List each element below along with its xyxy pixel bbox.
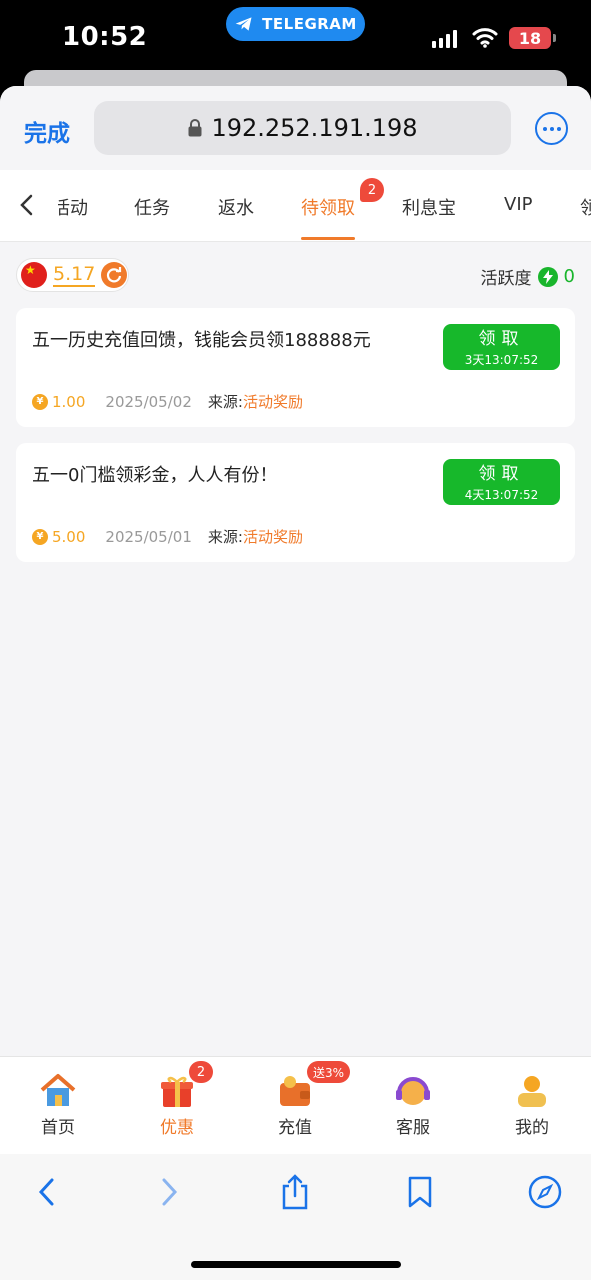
home-indicator xyxy=(191,1261,401,1268)
source-value: 活动奖励 xyxy=(242,528,303,546)
tab-vip[interactable]: VIP xyxy=(504,194,532,215)
reward-title: 五一历史充值回馈，钱能会员领188888元 xyxy=(32,330,371,351)
claim-button[interactable]: 领取 3天13:07:52 xyxy=(443,324,560,370)
share-icon[interactable] xyxy=(275,1172,315,1212)
activity-value: 0 xyxy=(563,266,575,287)
back-icon[interactable] xyxy=(26,1172,66,1212)
nav-label: 优惠 xyxy=(160,1118,194,1138)
bookmarks-icon[interactable] xyxy=(400,1172,440,1212)
nav-label: 充值 xyxy=(278,1118,312,1138)
reward-card: 五一0门槛领彩金，人人有份！ 领取 4天13:07:52 ¥ 5.00 2025… xyxy=(16,443,575,562)
forward-icon[interactable] xyxy=(150,1172,190,1212)
url-bar[interactable]: 192.252.191.198 xyxy=(94,101,511,155)
wifi-icon xyxy=(472,28,498,48)
more-options-button[interactable] xyxy=(535,112,568,145)
reward-meta: ¥ 5.00 2025/05/01 来源: 活动奖励 xyxy=(32,526,303,547)
nav-badge: 2 xyxy=(189,1061,213,1083)
bottom-nav: 首页 优惠 2 充值 送3% 客服 我的 xyxy=(0,1056,591,1154)
active-tab-indicator xyxy=(301,237,355,240)
telegram-label: TELEGRAM xyxy=(262,15,357,33)
claim-label: 领取 xyxy=(478,464,525,484)
done-button[interactable]: 完成 xyxy=(24,114,70,148)
refresh-icon[interactable] xyxy=(101,262,128,288)
activity-level: 活跃度 0 xyxy=(481,264,575,289)
tab-tasks[interactable]: 任务 xyxy=(134,194,170,220)
tab-interest[interactable]: 利息宝 xyxy=(402,194,456,220)
lightning-icon xyxy=(537,266,558,287)
claim-label: 领取 xyxy=(478,329,525,349)
reward-card: 五一历史充值回馈，钱能会员领188888元 领取 3天13:07:52 ¥ 1.… xyxy=(16,308,575,427)
battery-icon: 18 xyxy=(509,27,556,49)
profile-icon xyxy=(512,1071,552,1111)
tab-claim[interactable]: 领 xyxy=(580,194,591,220)
coin-icon: ¥ xyxy=(32,393,48,410)
reward-title: 五一0门槛领彩金，人人有份！ xyxy=(32,465,278,486)
back-chevron-icon[interactable] xyxy=(12,190,40,220)
reward-amount: 5.00 xyxy=(52,527,86,546)
tab-activity[interactable]: 活动 xyxy=(58,194,88,220)
compass-icon[interactable] xyxy=(525,1172,565,1212)
coin-icon: ¥ xyxy=(32,528,48,545)
balance-pill: 5.17 xyxy=(16,258,129,292)
nav-home[interactable]: 首页 xyxy=(18,1057,98,1138)
promo-badge: 送3% xyxy=(307,1061,351,1083)
browser-window: 完成 192.252.191.198 活动 任务 返水 待领取 利息宝 VIP … xyxy=(0,86,591,1280)
tab-pending-claim[interactable]: 待领取 xyxy=(301,194,355,220)
rewards-content: 5.17 活跃度 0 五一历史充值回馈，钱能会员领188888元 领取 3天13… xyxy=(0,242,591,1056)
nav-profile[interactable]: 我的 xyxy=(492,1057,572,1138)
paper-plane-icon xyxy=(235,17,252,31)
china-flag-icon xyxy=(21,262,47,288)
more-dot-icon xyxy=(542,126,547,131)
claim-countdown: 3天13:07:52 xyxy=(464,353,539,367)
reward-date: 2025/05/01 xyxy=(105,527,192,546)
nav-support[interactable]: 客服 xyxy=(373,1057,453,1138)
category-tabs: 活动 任务 返水 待领取 利息宝 VIP 领 xyxy=(0,170,591,242)
balance-value: 5.17 xyxy=(53,263,96,287)
reward-date: 2025/05/02 xyxy=(105,392,192,411)
house-icon xyxy=(38,1071,78,1111)
cellular-signal-icon xyxy=(432,30,457,48)
tab-rebate[interactable]: 返水 xyxy=(218,194,254,220)
tab-badge: 2 xyxy=(360,178,384,202)
telegram-pill[interactable]: TELEGRAM xyxy=(226,7,365,41)
reward-amount: 1.00 xyxy=(52,392,86,411)
source-label: 来源: xyxy=(207,393,243,411)
claim-button[interactable]: 领取 4天13:07:52 xyxy=(443,459,560,505)
source-value: 活动奖励 xyxy=(242,393,303,411)
activity-label: 活跃度 xyxy=(480,269,532,289)
headset-icon xyxy=(393,1071,433,1111)
nav-label: 客服 xyxy=(396,1118,430,1138)
status-bar: 10:52 TELEGRAM 18 xyxy=(0,0,591,72)
reward-meta: ¥ 1.00 2025/05/02 来源: 活动奖励 xyxy=(32,391,303,412)
nav-label: 首页 xyxy=(41,1118,75,1138)
nav-label: 我的 xyxy=(515,1118,549,1138)
url-text: 192.252.191.198 xyxy=(211,114,418,142)
source-label: 来源: xyxy=(207,528,243,546)
lock-icon xyxy=(188,119,202,137)
claim-countdown: 4天13:07:52 xyxy=(464,488,539,502)
clock: 10:52 xyxy=(62,22,148,52)
address-area: 完成 192.252.191.198 xyxy=(0,86,591,170)
